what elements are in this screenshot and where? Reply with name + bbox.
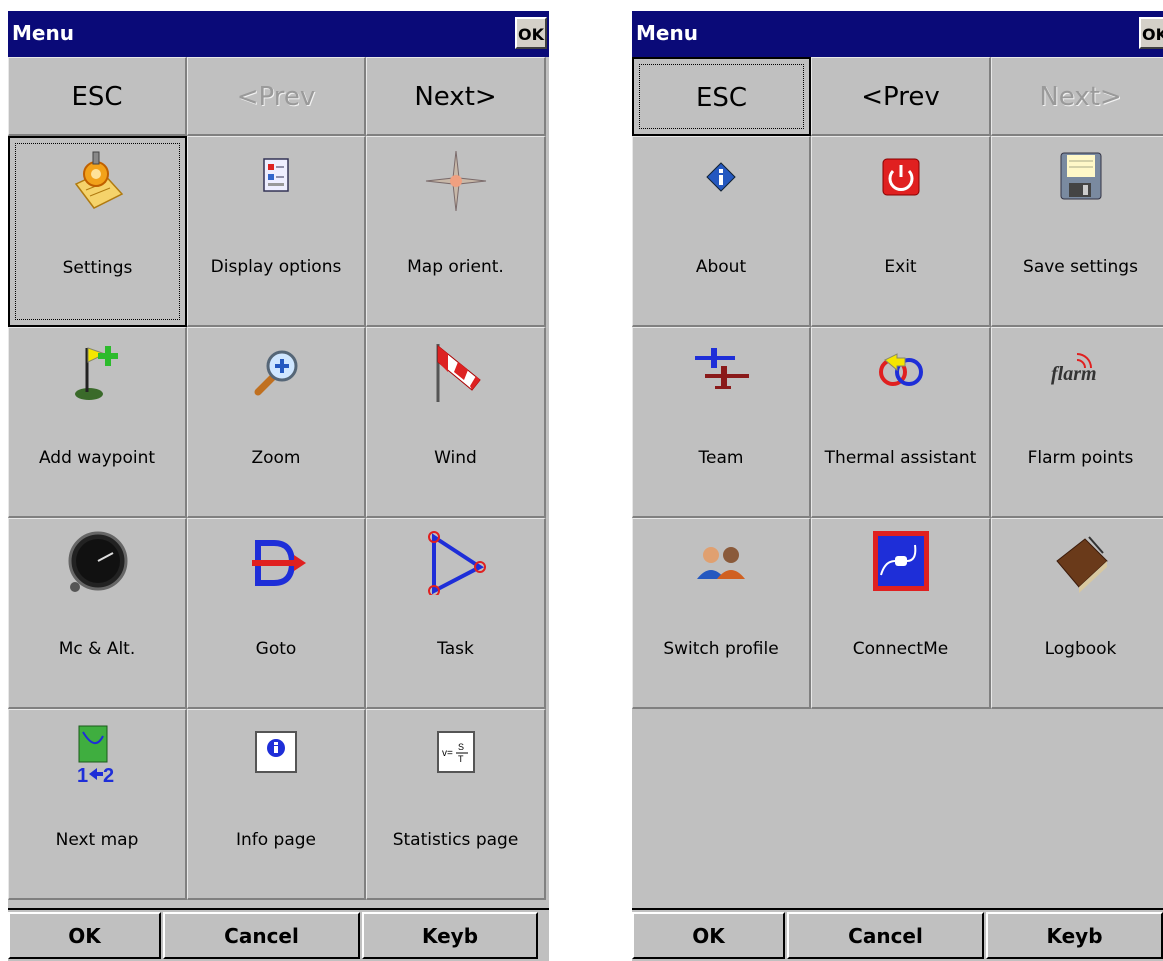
svg-text:2: 2 xyxy=(103,765,114,786)
svg-text:flarm: flarm xyxy=(1051,363,1097,385)
menu-item-label: Settings xyxy=(62,258,133,278)
menu-item-about[interactable]: About xyxy=(632,136,811,327)
zoom-icon xyxy=(254,350,298,396)
menu-item-logbook[interactable]: Logbook xyxy=(991,518,1163,709)
title-ok-button[interactable]: OK xyxy=(1139,17,1163,49)
about-icon xyxy=(706,162,736,192)
ok-button[interactable]: OK xyxy=(632,912,785,959)
menu-item-statistics-page[interactable]: v= S T Statistics page xyxy=(366,709,546,900)
menu-item-task[interactable]: Task xyxy=(366,518,546,709)
menu-item-add-waypoint[interactable]: Add waypoint xyxy=(8,327,187,518)
svg-text:v=: v= xyxy=(442,748,453,759)
menu-item-label: Wind xyxy=(434,448,477,468)
next-button[interactable]: Next> xyxy=(991,57,1163,136)
statistics-icon: v= S T xyxy=(436,731,475,773)
menu-item-save-settings[interactable]: Save settings xyxy=(991,136,1163,327)
svg-text:1: 1 xyxy=(77,765,88,786)
menu-item-label: Switch profile xyxy=(663,639,779,659)
flarm-icon: flarm xyxy=(1051,353,1097,385)
menu-item-label: Flarm points xyxy=(1027,448,1134,468)
bottom-button-bar: OK Cancel Keyb xyxy=(8,908,549,961)
gauge-icon xyxy=(68,531,128,592)
menu-item-team[interactable]: Team xyxy=(632,327,811,518)
bottom-button-bar: OK Cancel Keyb xyxy=(632,908,1163,961)
menu-item-label: Statistics page xyxy=(392,830,519,850)
title-bar: Menu OK xyxy=(632,11,1163,57)
add-waypoint-icon xyxy=(75,346,118,400)
prev-button[interactable]: <Prev xyxy=(811,57,991,136)
display-options-icon xyxy=(263,158,289,192)
menu-item-label: Save settings xyxy=(1023,257,1138,277)
menu-item-label: Team xyxy=(698,448,744,468)
cancel-button[interactable]: Cancel xyxy=(163,912,360,959)
menu-item-label: Zoom xyxy=(251,448,301,468)
svg-text:T: T xyxy=(458,754,464,764)
power-icon xyxy=(882,158,919,196)
menu-screen-page-2: Menu OK ESC <Prev Next> About Exit Save … xyxy=(632,11,1163,961)
menu-item-mc-alt[interactable]: Mc & Alt. xyxy=(8,518,187,709)
logbook-icon xyxy=(1055,536,1108,593)
menu-item-next-map[interactable]: 1 2 Next map xyxy=(8,709,187,900)
window-title: Menu xyxy=(12,21,74,45)
menu-item-info-page[interactable]: Info page xyxy=(187,709,366,900)
menu-item-exit[interactable]: Exit xyxy=(811,136,991,327)
menu-item-label: Exit xyxy=(884,257,917,277)
window-title: Menu xyxy=(636,21,698,45)
settings-icon xyxy=(74,151,123,209)
menu-item-display-options[interactable]: Display options xyxy=(187,136,366,327)
profile-icon xyxy=(697,547,745,579)
menu-item-label: Mc & Alt. xyxy=(58,639,136,659)
esc-button[interactable]: ESC xyxy=(8,57,187,136)
menu-item-label: Next map xyxy=(55,830,139,850)
compass-icon xyxy=(425,150,486,212)
menu-item-label: Thermal assistant xyxy=(824,448,977,468)
title-bar: Menu OK xyxy=(8,11,549,57)
next-button[interactable]: Next> xyxy=(366,57,546,136)
menu-item-label: ConnectMe xyxy=(852,639,949,659)
menu-item-wind[interactable]: Wind xyxy=(366,327,546,518)
menu-item-map-orient[interactable]: Map orient. xyxy=(366,136,546,327)
svg-text:S: S xyxy=(458,742,464,752)
menu-item-settings[interactable]: Settings xyxy=(8,136,187,327)
menu-item-flarm-points[interactable]: flarm Flarm points xyxy=(991,327,1163,518)
prev-button[interactable]: <Prev xyxy=(187,57,366,136)
menu-item-goto[interactable]: Goto xyxy=(187,518,366,709)
ok-button[interactable]: OK xyxy=(8,912,161,959)
menu-item-label: Display options xyxy=(210,257,342,277)
esc-button[interactable]: ESC xyxy=(632,57,811,136)
menu-item-label: Task xyxy=(437,639,474,659)
connect-icon xyxy=(872,531,929,591)
menu-item-label: About xyxy=(695,257,747,277)
floppy-icon xyxy=(1060,152,1101,200)
cancel-button[interactable]: Cancel xyxy=(787,912,984,959)
menu-item-thermal-assistant[interactable]: Thermal assistant xyxy=(811,327,991,518)
menu-item-label: Info page xyxy=(235,830,317,850)
keyboard-button[interactable]: Keyb xyxy=(986,912,1163,959)
menu-item-label: Map orient. xyxy=(407,257,504,277)
menu-item-switch-profile[interactable]: Switch profile xyxy=(632,518,811,709)
thermal-assistant-icon xyxy=(878,353,923,386)
menu-item-label: Add waypoint xyxy=(38,448,156,468)
team-icon xyxy=(695,348,749,389)
menu-screen-page-1: Menu OK ESC <Prev Next> Settings Display… xyxy=(8,11,549,961)
menu-item-label: Logbook xyxy=(1044,639,1117,659)
menu-item-zoom[interactable]: Zoom xyxy=(187,327,366,518)
menu-item-connectme[interactable]: ConnectMe xyxy=(811,518,991,709)
keyboard-button[interactable]: Keyb xyxy=(362,912,538,959)
title-ok-button[interactable]: OK xyxy=(515,17,547,49)
info-page-icon xyxy=(255,731,297,773)
menu-item-label: Goto xyxy=(255,639,297,659)
next-map-icon: 1 2 xyxy=(77,725,114,786)
windsock-icon xyxy=(436,344,481,402)
goto-icon xyxy=(252,540,306,586)
task-icon xyxy=(427,531,486,595)
